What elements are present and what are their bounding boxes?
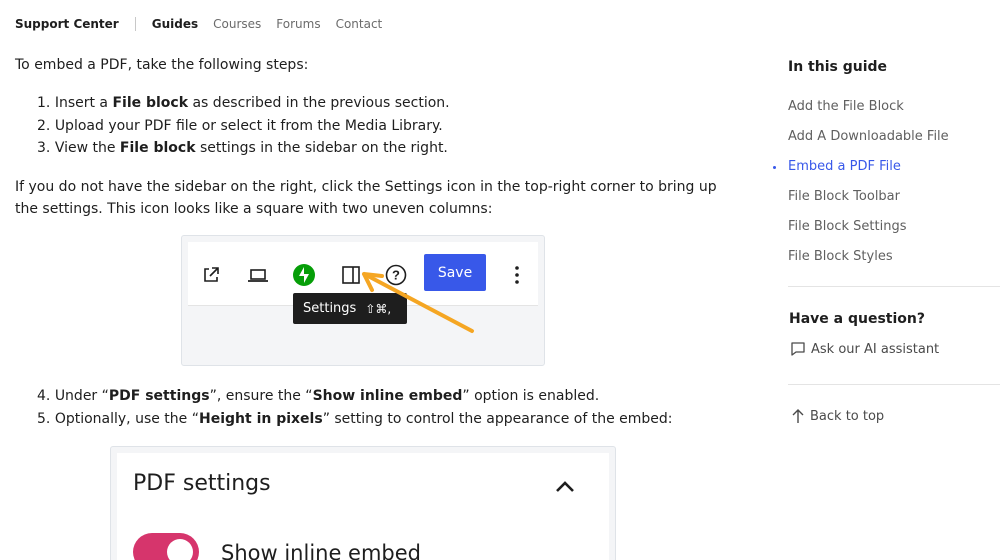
toc-item-active[interactable]: Embed a PDF File [773,152,1000,182]
article-content: To embed a PDF, take the following steps… [15,54,735,220]
ask-ai-label: Ask our AI assistant [811,341,940,357]
chevron-up-icon[interactable] [553,475,577,499]
toc-list: Add the File Block Add A Downloadable Fi… [773,92,1000,272]
question-title: Have a question? [789,311,925,327]
sidebar-note-paragraph: If you do not have the sidebar on the ri… [15,178,717,217]
toc-item[interactable]: Add the File Block [788,92,1000,122]
sidebar-divider [788,384,1000,385]
chat-bubble-icon [791,342,805,356]
settings-tooltip: Settings ⇧⌘, [293,293,407,324]
show-inline-embed-toggle[interactable] [133,533,199,560]
pdf-settings-title: PDF settings [133,471,271,496]
steps-list: 1. Insert a File block as described in t… [37,92,735,160]
toc-item[interactable]: File Block Settings [788,212,1000,242]
top-navigation: Support Center Guides Courses Forums Con… [15,14,397,34]
step-item: 2. Upload your PDF file or select it fro… [37,117,443,134]
nav-link-forums[interactable]: Forums [276,17,320,31]
back-to-top-label: Back to top [810,408,885,424]
back-to-top-link[interactable]: Back to top [792,408,884,424]
step-item: 1. Insert a File block as described in t… [37,95,450,111]
more-options-icon[interactable] [506,264,528,286]
toolbar-screenshot-figure: ? Save Settings ⇧⌘, [181,235,545,366]
sidebar-divider [788,286,1000,287]
laptop-preview-icon[interactable] [247,264,269,286]
help-icon[interactable]: ? [385,264,407,286]
steps-list-continued: 4. Under “PDF settings”, ensure the “Sho… [37,385,673,430]
pdf-settings-panel: PDF settings Show inline embed [117,453,609,560]
nav-divider [134,17,136,31]
nav-link-courses[interactable]: Courses [213,17,261,31]
tooltip-shortcut: ⇧⌘, [365,301,392,316]
step-item: 4. Under “PDF settings”, ensure the “Sho… [37,388,600,404]
nav-link-contact[interactable]: Contact [336,17,383,31]
active-dot-icon [773,166,776,169]
toc-title: In this guide [788,59,888,75]
toggle-knob [167,539,193,560]
svg-text:?: ? [392,268,400,283]
jetpack-bolt-icon[interactable] [293,264,315,286]
toc-item[interactable]: Add A Downloadable File [788,122,1000,152]
step-item: 3. View the File block settings in the s… [37,140,448,156]
arrow-up-icon [792,409,804,423]
site-brand[interactable]: Support Center [15,17,119,31]
pdf-settings-figure: PDF settings Show inline embed [110,446,616,560]
save-button[interactable]: Save [424,254,486,291]
sidebar-settings-icon[interactable] [340,264,362,286]
show-inline-embed-label: Show inline embed [221,541,422,560]
tooltip-label: Settings [303,301,357,316]
toc-item[interactable]: File Block Styles [788,242,1000,272]
external-link-icon[interactable] [200,264,222,286]
ask-ai-link[interactable]: Ask our AI assistant [790,341,939,357]
step-item: 5. Optionally, use the “Height in pixels… [37,410,673,427]
toc-item[interactable]: File Block Toolbar [788,182,1000,212]
nav-link-guides[interactable]: Guides [152,17,198,31]
intro-paragraph: To embed a PDF, take the following steps… [15,57,309,73]
guide-sidebar: In this guide Add the File Block Add A D… [773,56,1000,272]
